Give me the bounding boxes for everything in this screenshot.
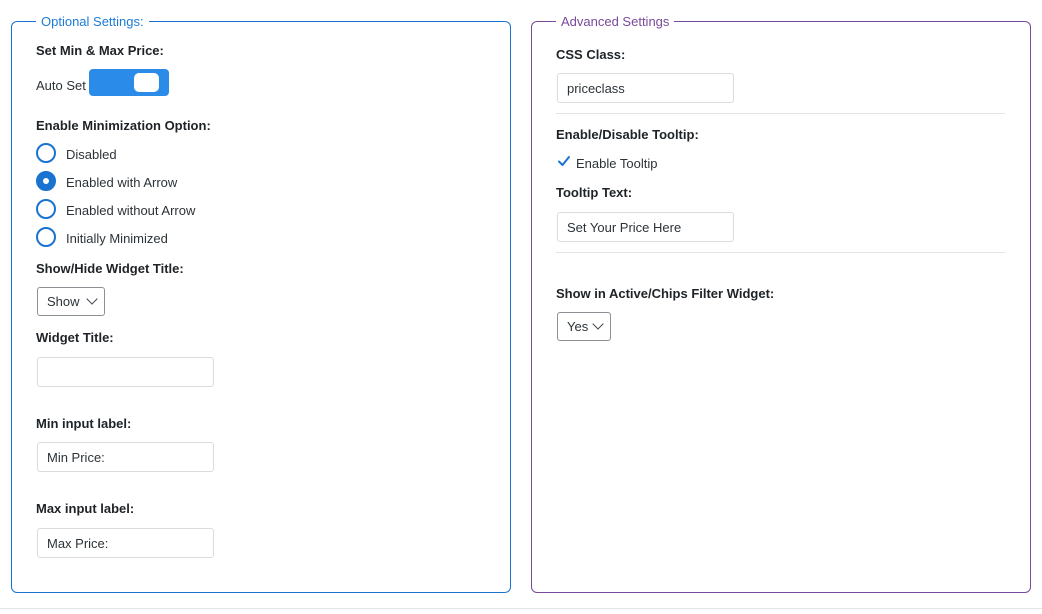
enable-tooltip-label: Enable Tooltip [576, 156, 658, 171]
css-class-label: CSS Class: [556, 47, 626, 62]
divider [556, 113, 1005, 114]
chips-filter-label: Show in Active/Chips Filter Widget: [556, 286, 775, 301]
chips-filter-select[interactable]: Yes [557, 312, 611, 341]
minimization-label: Enable Minimization Option: [36, 118, 211, 133]
advanced-settings-legend: Advanced Settings [561, 14, 670, 29]
show-hide-title-value: Show [47, 294, 80, 309]
min-input-label: Min input label: [36, 416, 132, 431]
tooltip-toggle-label: Enable/Disable Tooltip: [556, 127, 699, 142]
tooltip-text-label: Tooltip Text: [556, 185, 633, 200]
radio-disabled[interactable] [36, 143, 56, 163]
widget-title-label: Widget Title: [36, 330, 114, 345]
radio-disabled-label: Disabled [66, 147, 117, 162]
chevron-down-icon [86, 293, 98, 305]
radio-initially-minimized[interactable] [36, 227, 56, 247]
widget-title-input[interactable] [37, 357, 214, 387]
tooltip-text-input[interactable] [557, 212, 734, 242]
chips-filter-value: Yes [567, 319, 589, 334]
toggle-knob [134, 73, 159, 92]
max-input-field[interactable] [37, 528, 214, 558]
max-input-label: Max input label: [36, 501, 135, 516]
bottom-divider [0, 608, 1042, 609]
show-hide-title-label: Show/Hide Widget Title: [36, 261, 184, 276]
radio-enabled-without-arrow[interactable] [36, 199, 56, 219]
optional-settings-legend: Optional Settings: [41, 14, 144, 29]
radio-initially-minimized-label: Initially Minimized [66, 231, 168, 246]
chevron-down-icon [592, 318, 604, 330]
radio-enabled-with-arrow-label: Enabled with Arrow [66, 175, 178, 190]
show-hide-title-select[interactable]: Show [37, 287, 105, 316]
min-input-field[interactable] [37, 442, 214, 472]
enable-tooltip-checkbox[interactable] [557, 154, 571, 168]
radio-enabled-without-arrow-label: Enabled without Arrow [66, 203, 196, 218]
css-class-input[interactable] [557, 73, 734, 103]
auto-set-label: Auto Set [36, 78, 86, 93]
divider [556, 252, 1005, 253]
auto-set-toggle[interactable] [89, 69, 169, 96]
radio-enabled-with-arrow[interactable] [36, 171, 56, 191]
set-min-max-label: Set Min & Max Price: [36, 43, 164, 58]
